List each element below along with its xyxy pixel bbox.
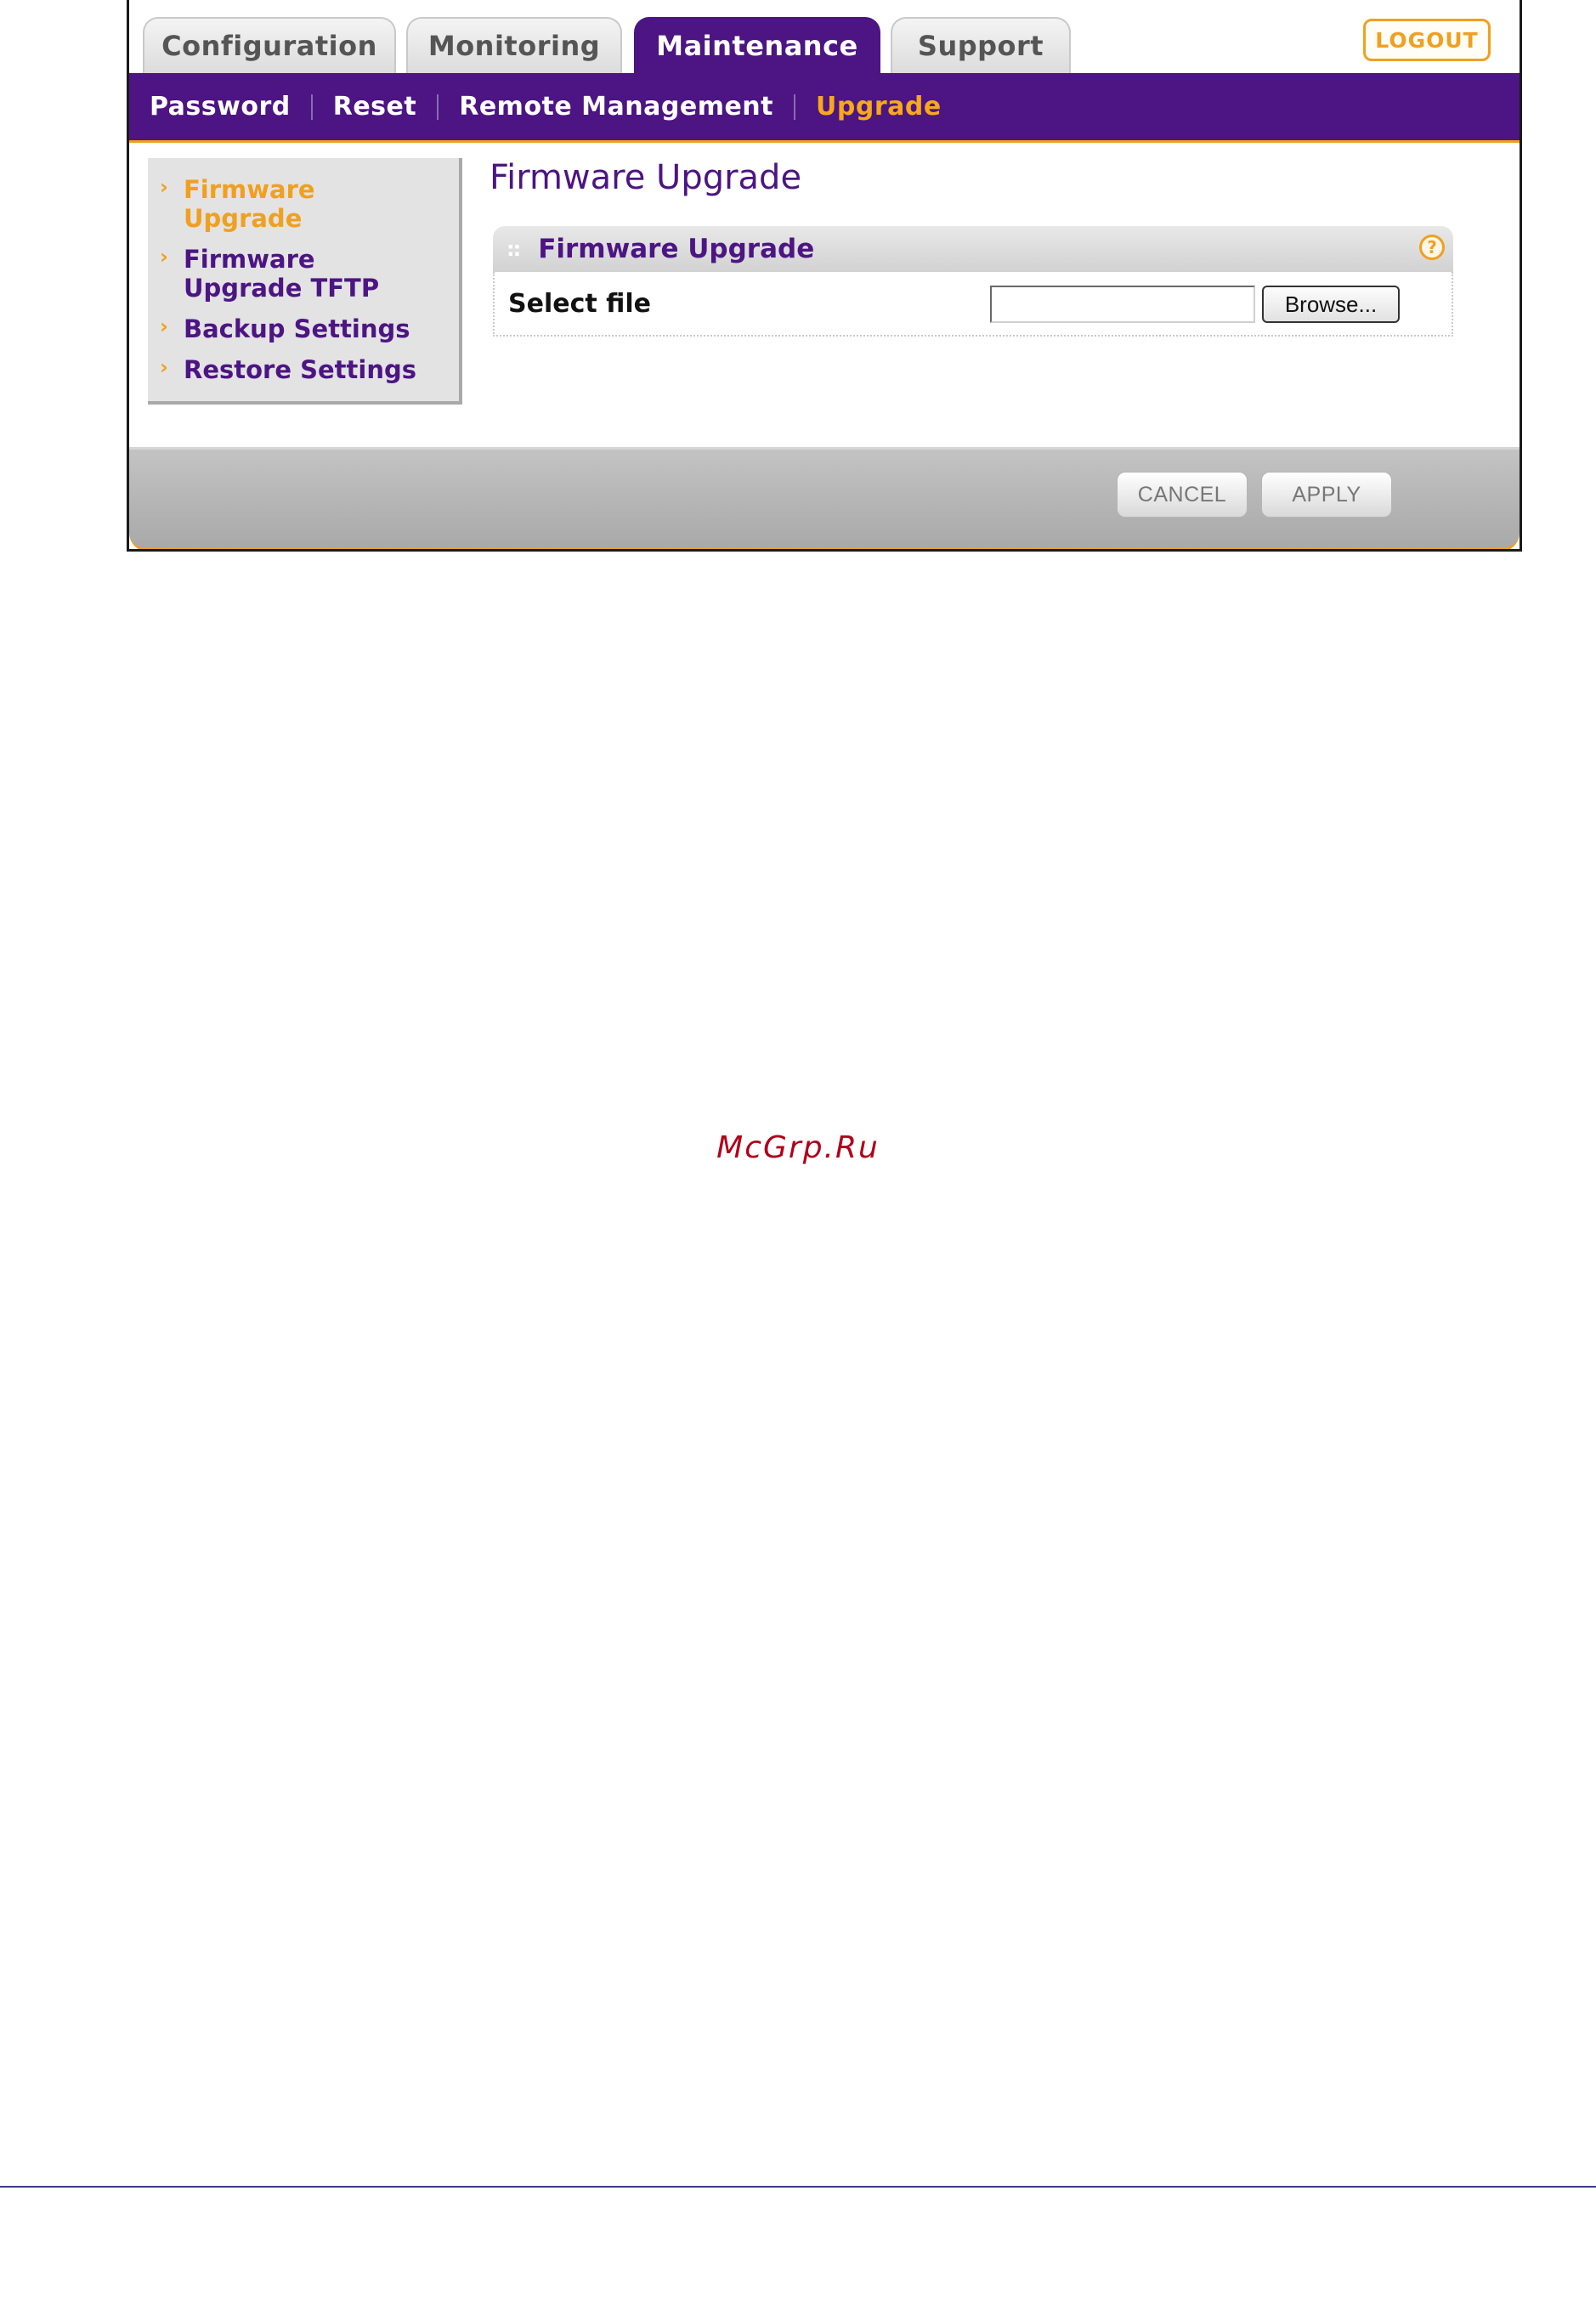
select-file-row: Select file Browse... (493, 272, 1453, 337)
content-area: › Firmware Upgrade › Firmware Upgrade TF… (129, 143, 1520, 447)
sidebar-item-label: Firmware Upgrade TFTP (184, 245, 380, 303)
action-bar: CANCEL APPLY (129, 447, 1520, 549)
section-title: Firmware Upgrade (538, 234, 815, 264)
section-header: :: Firmware Upgrade ? (493, 226, 1453, 272)
sidebar-item-label: Firmware Upgrade (184, 175, 315, 233)
select-file-label: Select file (508, 289, 652, 319)
sidebar-item-restore-settings[interactable]: › Restore Settings (148, 355, 459, 384)
page-footer-rule (0, 2186, 1596, 2188)
side-menu: › Firmware Upgrade › Firmware Upgrade TF… (148, 158, 462, 405)
subnav-reset[interactable]: Reset (333, 92, 417, 122)
subnav-remote-management[interactable]: Remote Management (459, 92, 773, 122)
watermark: McGrp.Ru (716, 1130, 880, 1165)
maintenance-subnav: Password Reset Remote Management Upgrade (129, 73, 1520, 143)
tab-monitoring[interactable]: Monitoring (406, 17, 622, 73)
sidebar-item-backup-settings[interactable]: › Backup Settings (148, 314, 459, 343)
tab-configuration[interactable]: Configuration (143, 17, 396, 73)
help-icon[interactable]: ? (1419, 235, 1445, 260)
sidebar-item-label: Backup Settings (184, 314, 410, 343)
file-path-input[interactable] (990, 286, 1255, 323)
apply-button[interactable]: APPLY (1261, 472, 1392, 518)
subnav-password[interactable]: Password (150, 92, 291, 122)
subnav-divider (310, 93, 313, 120)
chevron-right-icon: › (160, 314, 168, 338)
tab-support[interactable]: Support (891, 17, 1071, 73)
sidebar-item-firmware-upgrade-tftp[interactable]: › Firmware Upgrade TFTP (148, 245, 459, 303)
subnav-divider (437, 93, 439, 120)
sidebar-item-label: Restore Settings (184, 355, 416, 384)
sidebar-item-firmware-upgrade[interactable]: › Firmware Upgrade (148, 175, 459, 233)
subnav-upgrade[interactable]: Upgrade (816, 92, 942, 122)
tab-maintenance[interactable]: Maintenance (634, 17, 880, 73)
chevron-right-icon: › (160, 355, 168, 379)
page-title: Firmware Upgrade (490, 158, 802, 197)
browse-button[interactable]: Browse... (1262, 286, 1400, 323)
chevron-right-icon: › (160, 245, 168, 269)
main-tab-strip: Configuration Monitoring Maintenance Sup… (129, 0, 1520, 73)
chevron-right-icon: › (160, 175, 168, 199)
cancel-button[interactable]: CANCEL (1117, 472, 1248, 518)
subnav-divider (794, 93, 796, 120)
drag-grip-icon: :: (507, 237, 521, 261)
logout-button[interactable]: LOGOUT (1363, 19, 1491, 61)
router-admin-window: Configuration Monitoring Maintenance Sup… (127, 0, 1522, 552)
